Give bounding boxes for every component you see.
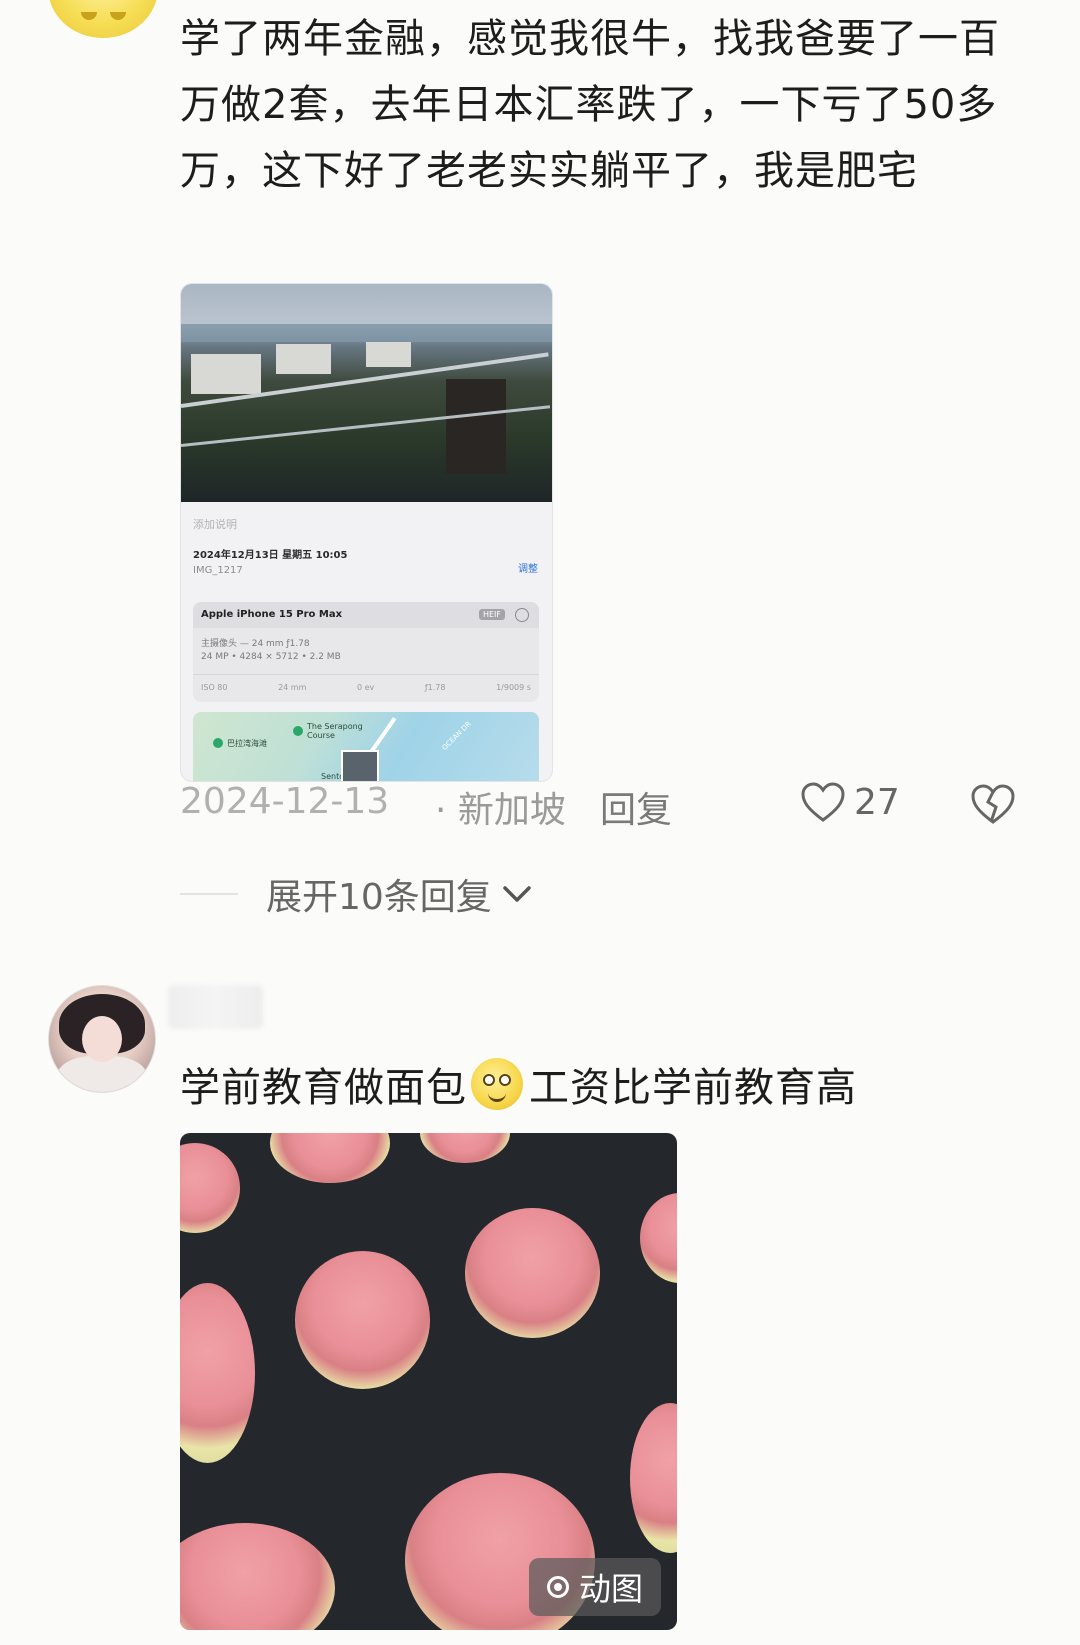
spec-focal: 24 mm — [278, 683, 307, 692]
broken-heart-icon — [971, 784, 1015, 824]
format-badge: HEIF — [478, 609, 505, 620]
divider — [180, 893, 238, 895]
comment-text: 学了两年金融，感觉我很牛，找我爸要了一百万做2套，去年日本汇率跌了，一下亏了50… — [180, 16, 1000, 194]
comment-date: 2024-12-13 — [180, 781, 390, 822]
live-icon — [515, 608, 529, 622]
photo-date: 2024年12月13日 星期五 10:05 — [193, 550, 348, 561]
map-photo-thumb — [341, 750, 379, 781]
bun — [180, 1143, 240, 1233]
device-name: Apple iPhone 15 Pro Max — [201, 609, 343, 620]
map-label: The Serapong Course — [307, 722, 363, 740]
comment-text: 学前教育做面包 工资比学前教育高 — [180, 1055, 857, 1113]
resolution-info: 24 MP • 4284 × 5712 • 2.2 MB — [201, 652, 341, 662]
bun — [180, 1283, 255, 1463]
bun — [640, 1193, 677, 1283]
bun — [270, 1133, 390, 1183]
bun — [180, 1523, 335, 1630]
smile-emoji-icon — [471, 1058, 523, 1110]
expand-replies-label: 展开10条回复 — [266, 877, 492, 918]
avatar[interactable] — [48, 985, 156, 1093]
comment-image[interactable]: 动图 — [180, 1133, 677, 1630]
avatar[interactable] — [48, 0, 158, 38]
map-label: 巴拉湾海滩 — [227, 739, 267, 748]
dislike-button[interactable] — [970, 783, 1016, 834]
avatar-detail — [82, 1016, 122, 1062]
spec-ev: 0 ev — [356, 683, 375, 692]
lens-info: 主摄像头 — 24 mm ƒ1.78 — [201, 639, 310, 649]
comment-meta: 2024-12-13 · 新加坡 回复 27 — [180, 781, 1020, 841]
photo-filename: IMG_1217 — [193, 565, 243, 576]
avatar-detail — [81, 12, 97, 20]
chevron-down-icon — [503, 886, 531, 902]
expand-replies-button[interactable]: 展开10条回复 — [180, 868, 534, 920]
device-card: Apple iPhone 15 Pro Max HEIF 主摄像头 — 24 m… — [193, 602, 539, 702]
heart-icon — [801, 782, 845, 822]
map-label: OCEAN DR — [440, 719, 473, 753]
comment-image[interactable]: 添加说明 2024年12月13日 星期五 10:05 IMG_1217 调整 A… — [180, 283, 553, 782]
animated-label: 动图 — [578, 1570, 643, 1608]
reply-button[interactable]: 回复 — [600, 781, 672, 833]
bun — [295, 1251, 430, 1389]
bun — [420, 1133, 510, 1163]
comment-location: · 新加坡 — [435, 790, 566, 831]
location-map: The Serapong Course 巴拉湾海滩 OCEAN DR Sento… — [193, 712, 539, 781]
like-button[interactable]: 27 — [800, 781, 900, 823]
comment-text-part: 工资比学前教育高 — [529, 1065, 857, 1111]
username-redacted — [168, 985, 263, 1029]
spec-shutter: 1/9009 s — [496, 683, 531, 692]
spec-iso: ISO 80 — [201, 683, 228, 692]
comment-text-part: 学前教育做面包 — [180, 1065, 467, 1111]
photo-preview — [181, 284, 552, 502]
photo-info: 2024年12月13日 星期五 10:05 IMG_1217 — [193, 546, 539, 576]
animated-badge: 动图 — [528, 1558, 661, 1616]
adjust-link: 调整 — [518, 564, 538, 575]
live-photo-icon — [546, 1576, 569, 1598]
caption-placeholder: 添加说明 — [193, 518, 237, 531]
exif-specs: ISO 80 24 mm 0 ev ƒ1.78 1/9009 s — [193, 674, 539, 700]
avatar-detail — [110, 12, 126, 20]
like-count: 27 — [854, 781, 900, 823]
bun — [465, 1208, 600, 1338]
bun — [630, 1403, 677, 1553]
spec-aperture: ƒ1.78 — [424, 683, 446, 692]
